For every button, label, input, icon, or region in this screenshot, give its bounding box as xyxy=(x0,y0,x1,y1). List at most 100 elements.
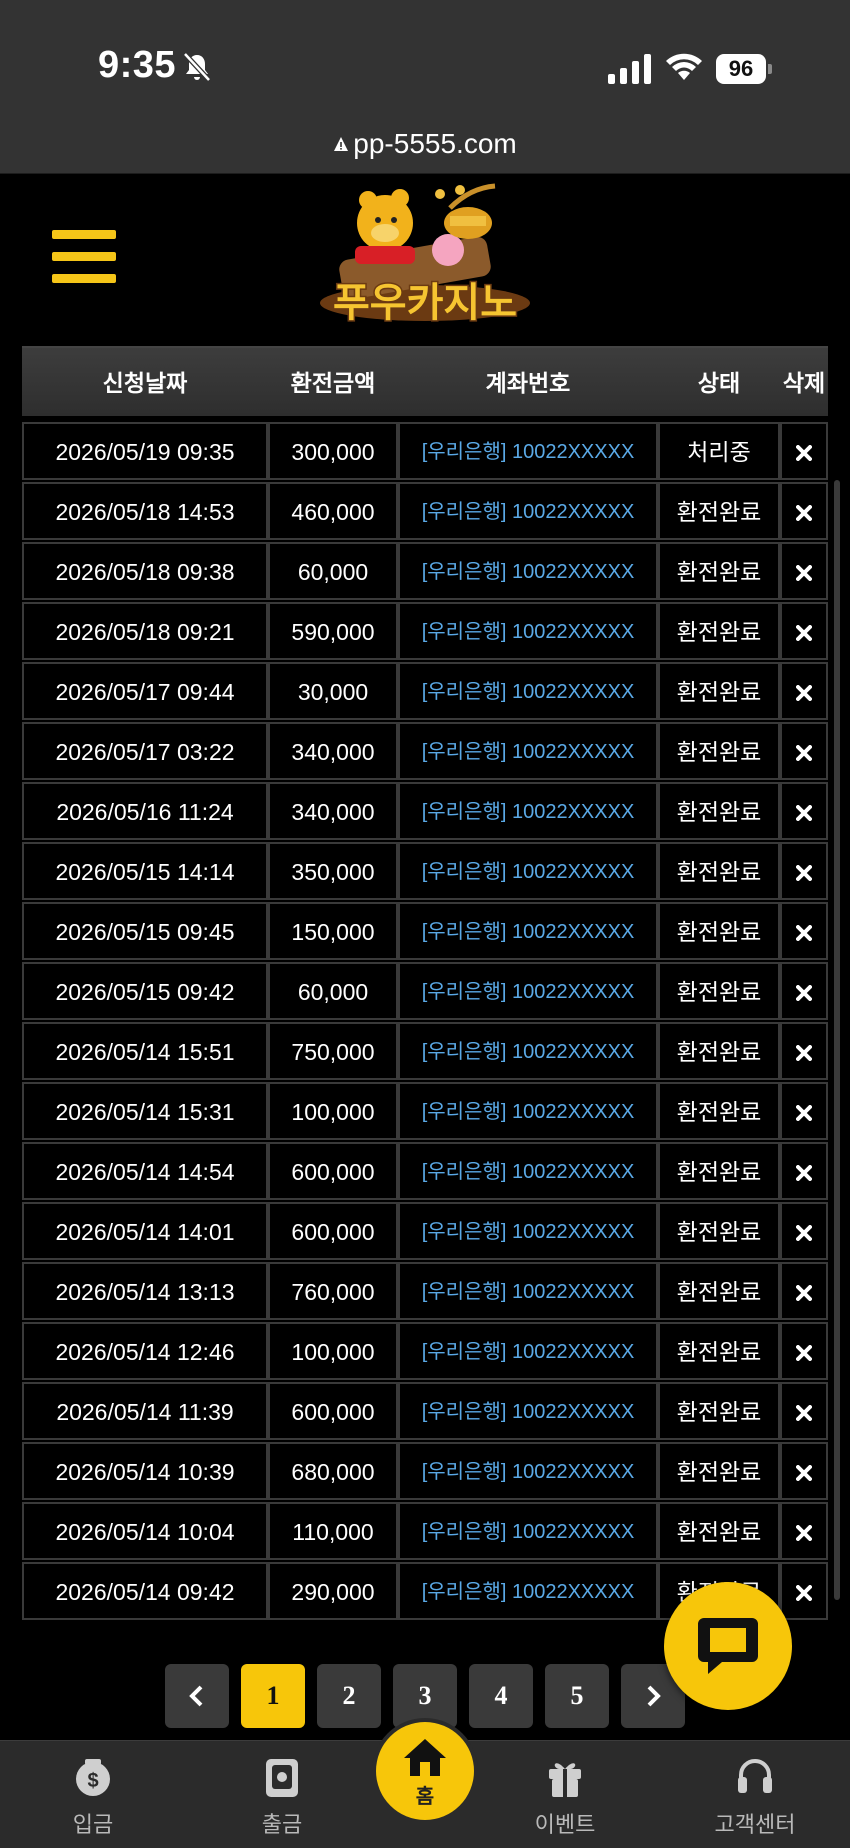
header-status: 상태 xyxy=(697,370,741,396)
row-status: 환전완료 xyxy=(658,1082,780,1140)
row-delete-button[interactable] xyxy=(780,842,828,900)
row-delete-button[interactable] xyxy=(780,482,828,540)
close-icon xyxy=(796,685,812,701)
row-amount: 100,000 xyxy=(268,1082,398,1140)
battery-indicator: 96 xyxy=(716,54,772,84)
row-date: 2026/05/14 13:13 xyxy=(22,1262,268,1320)
row-delete-button[interactable] xyxy=(780,722,828,780)
nav-deposit[interactable]: $ 입금 xyxy=(18,1741,168,1848)
nav-support[interactable]: 고객센터 xyxy=(680,1741,830,1848)
nav-withdraw-label: 출금 xyxy=(261,1812,303,1837)
row-account: [우리은행] 10022XXXXX xyxy=(398,482,658,540)
close-icon xyxy=(796,565,812,581)
table-row: 2026/05/14 15:51 750,000 [우리은행] 10022XXXXX… xyxy=(22,1022,828,1082)
nav-event[interactable]: 이벤트 xyxy=(490,1741,640,1848)
table-row: 2026/05/14 12:46 100,000 [우리은행] 10022XXXXX… xyxy=(22,1322,828,1382)
row-date: 2026/05/15 09:42 xyxy=(22,962,268,1020)
close-icon xyxy=(796,1465,812,1481)
row-amount: 60,000 xyxy=(268,542,398,600)
nav-withdraw[interactable]: 출금 xyxy=(207,1741,357,1848)
row-delete-button[interactable] xyxy=(780,902,828,960)
chat-bubble-icon xyxy=(698,1618,758,1674)
table-row: 2026/05/16 11:24 340,000 [우리은행] 10022XXXXX… xyxy=(22,782,828,842)
row-date: 2026/05/14 11:39 xyxy=(22,1382,268,1440)
row-amount: 60,000 xyxy=(268,962,398,1020)
row-account: [우리은행] 10022XXXXX xyxy=(398,602,658,660)
close-icon xyxy=(796,1105,812,1121)
row-account: [우리은행] 10022XXXXX xyxy=(398,1082,658,1140)
hamburger-menu-button[interactable] xyxy=(52,228,116,288)
prev-page-button[interactable] xyxy=(165,1664,229,1728)
row-delete-button[interactable] xyxy=(780,1562,828,1620)
row-delete-button[interactable] xyxy=(780,1082,828,1140)
close-icon xyxy=(796,1045,812,1061)
status-bar: 9:35 96 xyxy=(0,0,850,118)
row-amount: 460,000 xyxy=(268,482,398,540)
row-account: [우리은행] 10022XXXXX xyxy=(398,1322,658,1380)
row-delete-button[interactable] xyxy=(780,1442,828,1500)
row-delete-button[interactable] xyxy=(780,422,828,480)
svg-text:$: $ xyxy=(87,1770,98,1792)
table-row: 2026/05/18 09:38 60,000 [우리은행] 10022XXXXX 환… xyxy=(22,542,828,602)
row-status: 환전완료 xyxy=(658,1322,780,1380)
row-date: 2026/05/19 09:35 xyxy=(22,422,268,480)
page-button-4[interactable]: 4 xyxy=(469,1664,533,1728)
row-delete-button[interactable] xyxy=(780,1382,828,1440)
row-account: [우리은행] 10022XXXXX xyxy=(398,842,658,900)
row-delete-button[interactable] xyxy=(780,542,828,600)
nav-home-button[interactable]: 홈 xyxy=(376,1722,474,1820)
close-icon xyxy=(796,445,812,461)
row-amount: 760,000 xyxy=(268,1262,398,1320)
table-row: 2026/05/14 10:04 110,000 [우리은행] 10022XXXXX… xyxy=(22,1502,828,1562)
row-date: 2026/05/14 10:39 xyxy=(22,1442,268,1500)
row-status: 환전완료 xyxy=(658,842,780,900)
scrollbar[interactable] xyxy=(834,480,840,1600)
row-status: 환전완료 xyxy=(658,602,780,660)
row-amount: 350,000 xyxy=(268,842,398,900)
nav-event-label: 이벤트 xyxy=(534,1812,596,1837)
row-date: 2026/05/16 11:24 xyxy=(22,782,268,840)
header-account: 계좌번호 xyxy=(485,370,571,396)
row-date: 2026/05/18 09:38 xyxy=(22,542,268,600)
row-amount: 600,000 xyxy=(268,1382,398,1440)
live-chat-button[interactable] xyxy=(664,1582,792,1710)
gift-icon xyxy=(549,1763,581,1797)
row-delete-button[interactable] xyxy=(780,602,828,660)
header-amount: 환전금액 xyxy=(290,370,376,396)
chevron-right-icon xyxy=(647,1685,661,1707)
close-icon xyxy=(796,1165,812,1181)
row-account: [우리은행] 10022XXXXX xyxy=(398,1382,658,1440)
header-date: 신청날짜 xyxy=(102,370,188,396)
row-delete-button[interactable] xyxy=(780,1142,828,1200)
browser-url-bar[interactable]: pp-5555.com xyxy=(0,118,850,174)
site-logo[interactable]: 푸우카지노 xyxy=(300,178,550,338)
home-icon xyxy=(404,1739,446,1776)
row-date: 2026/05/17 09:44 xyxy=(22,662,268,720)
row-delete-button[interactable] xyxy=(780,1322,828,1380)
row-account: [우리은행] 10022XXXXX xyxy=(398,422,658,480)
row-delete-button[interactable] xyxy=(780,962,828,1020)
row-delete-button[interactable] xyxy=(780,1202,828,1260)
row-date: 2026/05/17 03:22 xyxy=(22,722,268,780)
row-delete-button[interactable] xyxy=(780,1502,828,1560)
row-delete-button[interactable] xyxy=(780,662,828,720)
row-delete-button[interactable] xyxy=(780,782,828,840)
page-button-1[interactable]: 1 xyxy=(241,1664,305,1728)
table-row: 2026/05/14 14:01 600,000 [우리은행] 10022XXXXX… xyxy=(22,1202,828,1262)
row-delete-button[interactable] xyxy=(780,1022,828,1080)
row-delete-button[interactable] xyxy=(780,1262,828,1320)
row-status: 환전완료 xyxy=(658,1442,780,1500)
close-icon xyxy=(796,925,812,941)
row-status: 환전완료 xyxy=(658,722,780,780)
row-amount: 290,000 xyxy=(268,1562,398,1620)
row-account: [우리은행] 10022XXXXX xyxy=(398,1562,658,1620)
row-status: 환전완료 xyxy=(658,962,780,1020)
table-row: 2026/05/19 09:35 300,000 [우리은행] 10022XXXXX… xyxy=(22,422,828,482)
close-icon xyxy=(796,625,812,641)
row-date: 2026/05/18 09:21 xyxy=(22,602,268,660)
row-status: 환전완료 xyxy=(658,482,780,540)
money-bag-icon: $ xyxy=(76,1759,110,1796)
page-button-5[interactable]: 5 xyxy=(545,1664,609,1728)
url-container[interactable]: pp-5555.com xyxy=(0,128,850,160)
page-button-2[interactable]: 2 xyxy=(317,1664,381,1728)
